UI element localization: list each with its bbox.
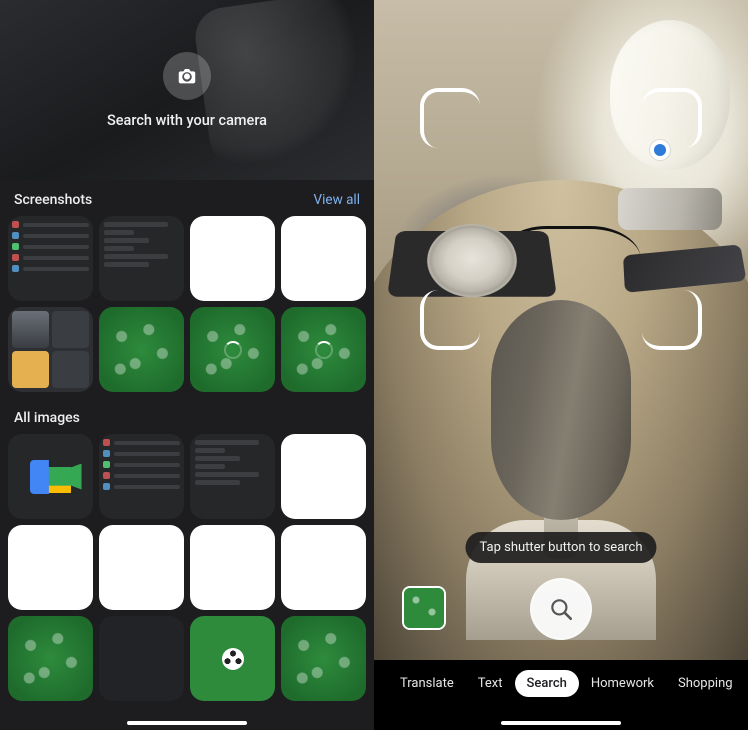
image-thumb[interactable] xyxy=(8,525,93,610)
screenshot-thumb[interactable] xyxy=(281,307,366,392)
image-thumb[interactable] xyxy=(190,525,275,610)
view-all-link[interactable]: View all xyxy=(314,192,360,208)
all-images-header-row: All images xyxy=(0,392,374,434)
screenshot-thumb[interactable] xyxy=(8,216,93,301)
screenshot-thumb[interactable] xyxy=(190,216,275,301)
home-indicator[interactable] xyxy=(127,721,247,725)
screenshot-thumb[interactable] xyxy=(99,216,184,301)
screenshots-grid xyxy=(0,216,374,392)
focus-frame-corner xyxy=(642,290,702,350)
screenshot-thumb[interactable] xyxy=(190,307,275,392)
hint-tooltip: Tap shutter button to search xyxy=(465,532,656,563)
image-thumb[interactable] xyxy=(8,434,93,519)
screenshot-thumb[interactable] xyxy=(8,307,93,392)
mode-text[interactable]: Text xyxy=(466,670,515,697)
loading-spinner-icon xyxy=(224,341,242,359)
camera-icon xyxy=(163,52,211,100)
all-images-title: All images xyxy=(14,410,80,426)
search-with-camera-hero[interactable]: Search with your camera xyxy=(0,0,374,180)
image-thumb[interactable] xyxy=(281,525,366,610)
image-thumb[interactable] xyxy=(190,434,275,519)
focus-frame-corner xyxy=(420,290,480,350)
screenshots-title: Screenshots xyxy=(14,192,92,208)
home-indicator[interactable] xyxy=(501,721,621,725)
image-thumb[interactable] xyxy=(99,616,184,701)
gallery-button[interactable] xyxy=(402,586,446,630)
shutter-button[interactable] xyxy=(530,578,592,640)
screenshot-thumb[interactable] xyxy=(281,216,366,301)
screenshots-header-row: Screenshots View all xyxy=(0,180,374,216)
google-meet-icon xyxy=(30,460,72,494)
scene-charger-pad xyxy=(387,231,557,297)
mode-selector: Translate Text Search Homework Shopping xyxy=(374,660,748,706)
mode-homework[interactable]: Homework xyxy=(579,670,666,697)
mode-shopping[interactable]: Shopping xyxy=(666,670,745,697)
detection-dot-icon[interactable] xyxy=(650,140,670,160)
image-thumb[interactable] xyxy=(281,616,366,701)
mode-search[interactable]: Search xyxy=(515,670,579,697)
lens-gallery-panel: Search with your camera Screenshots View… xyxy=(0,0,374,730)
lens-camera-panel: Tap shutter button to search Translate T… xyxy=(374,0,748,730)
focus-frame-corner xyxy=(642,88,702,148)
loading-spinner-icon xyxy=(315,341,333,359)
focus-frame-corner xyxy=(420,88,480,148)
mode-translate[interactable]: Translate xyxy=(388,670,466,697)
image-thumb[interactable] xyxy=(99,525,184,610)
hero-label: Search with your camera xyxy=(107,112,267,129)
image-thumb[interactable] xyxy=(8,616,93,701)
screenshot-thumb[interactable] xyxy=(99,307,184,392)
image-thumb[interactable] xyxy=(281,434,366,519)
image-thumb[interactable] xyxy=(190,616,275,701)
search-icon xyxy=(548,596,574,622)
all-images-grid xyxy=(0,434,374,701)
image-thumb[interactable] xyxy=(99,434,184,519)
